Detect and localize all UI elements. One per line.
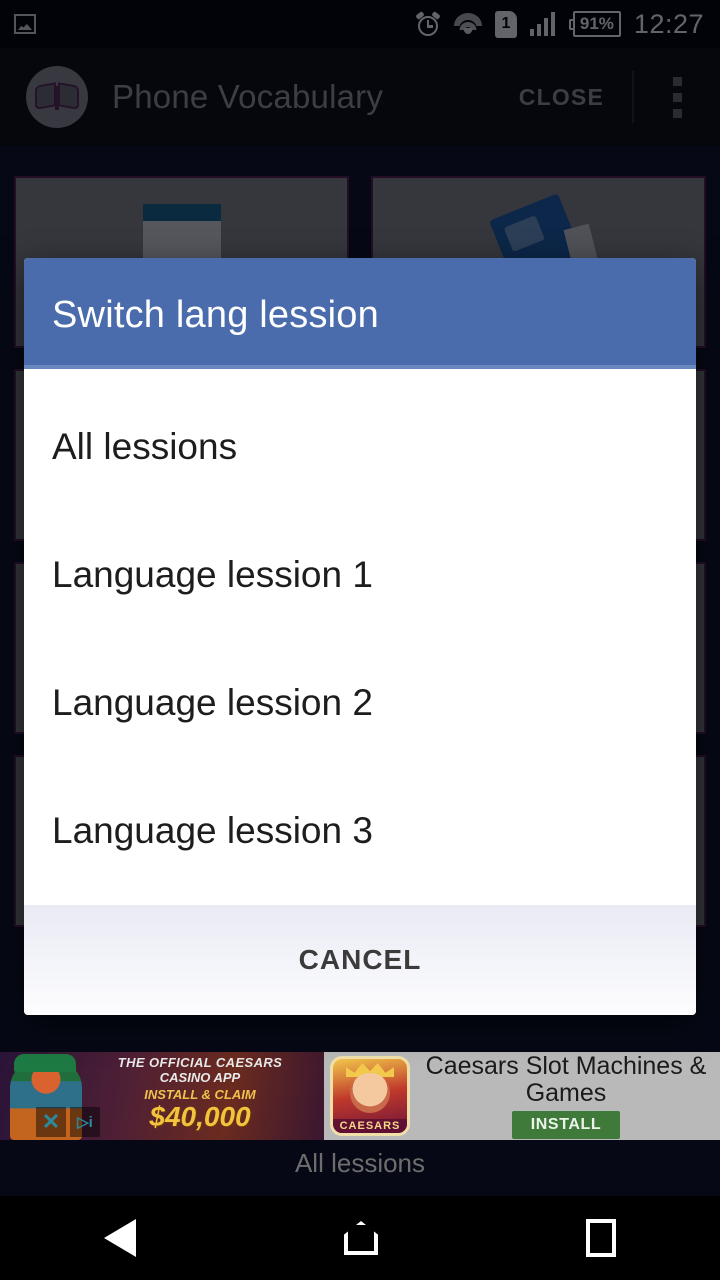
dialog-option-list: All lessions Language lession 1 Language… [24,369,696,905]
cancel-button[interactable]: CANCEL [299,944,422,976]
ad-art-line3: INSTALL & CLAIM [144,1087,256,1102]
ad-app-icon: CAESARS [330,1056,410,1136]
android-nav-bar [0,1196,720,1280]
dialog-title: Switch lang lession [52,294,379,336]
ad-hat-shape [14,1054,76,1072]
ad-art-amount: $40,000 [149,1101,251,1132]
dialog-header: Switch lang lession [24,258,696,365]
ad-app-brand: CAESARS [333,1119,407,1133]
ad-install-button[interactable]: INSTALL [512,1111,620,1139]
home-pentagon-icon[interactable] [344,1221,378,1255]
switch-lesson-dialog: Switch lang lession All lessions Languag… [24,258,696,1015]
ad-content[interactable]: CAESARS Caesars Slot Machines & Games IN… [324,1052,720,1140]
ad-art-line1: THE OFFICIAL CAESARS [117,1055,283,1070]
ad-close-icon[interactable]: ✕ [36,1107,66,1137]
recents-square-icon[interactable] [586,1219,616,1257]
dialog-option-lession-2[interactable]: Language lession 2 [24,639,696,767]
dialog-footer: CANCEL [24,905,696,1015]
ad-art-line2: CASINO APP [159,1070,241,1085]
ad-artwork: THE OFFICIAL CAESARS CASINO APP INSTALL … [0,1052,324,1140]
android-screen: 1 91% 12:27 Phone Vocabulary CLOSE [0,0,720,1280]
current-lesson-label: All lessions [294,1148,426,1178]
ad-banner[interactable]: THE OFFICIAL CAESARS CASINO APP INSTALL … [0,1052,720,1140]
adchoices-icon[interactable]: ▷i [70,1107,100,1137]
back-triangle-icon[interactable] [104,1219,136,1257]
ad-title: Caesars Slot Machines & Games [425,1052,707,1107]
dialog-option-lession-1[interactable]: Language lession 1 [24,511,696,639]
dialog-option-lession-3[interactable]: Language lession 3 [24,767,696,895]
ad-text-block: Caesars Slot Machines & Games INSTALL [410,1053,720,1139]
dialog-option-all-lessions[interactable]: All lessions [24,383,696,511]
